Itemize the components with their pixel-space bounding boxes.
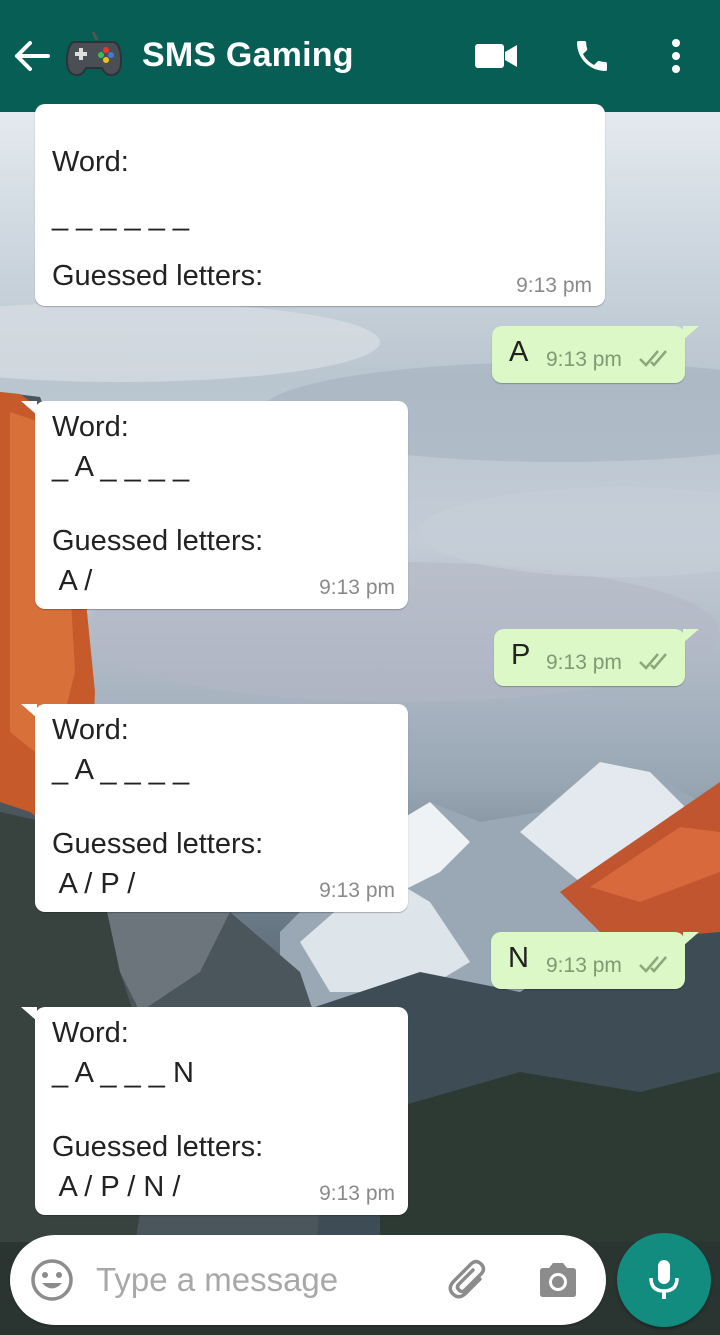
message-time: 9:13 pm xyxy=(546,348,622,371)
microphone-icon xyxy=(649,1260,679,1299)
message-line: A / P / N / xyxy=(52,1171,181,1203)
message-time: 9:13 pm xyxy=(319,576,395,599)
message-line: Guessed letters: xyxy=(52,260,264,292)
message-line: A / P / xyxy=(52,868,136,900)
more-vert-icon xyxy=(672,39,680,73)
camera-button[interactable] xyxy=(534,1257,582,1305)
chat-header: SMS Gaming xyxy=(0,0,720,112)
message-time: 9:13 pm xyxy=(319,1182,395,1205)
message-incoming[interactable]: Word: _ A _ _ _ _ Guessed letters: A / 9… xyxy=(21,401,408,609)
message-incoming[interactable]: Word: _ _ _ _ _ _ Guessed letters: 9:13 … xyxy=(35,104,605,306)
message-line: Word: xyxy=(52,411,129,443)
arrow-left-icon xyxy=(15,41,50,71)
gamepad-icon xyxy=(65,31,123,77)
message-outgoing[interactable]: P 9:13 pm xyxy=(494,629,699,686)
message-composer xyxy=(10,1235,606,1325)
double-check-icon xyxy=(639,653,667,670)
message-line: _ A _ _ _ _ xyxy=(52,451,190,483)
message-incoming[interactable]: Word: _ A _ _ _ _ Guessed letters: A / P… xyxy=(21,704,408,912)
double-check-icon xyxy=(639,350,667,367)
bubble-tail xyxy=(683,326,699,340)
message-outgoing[interactable]: A 9:13 pm xyxy=(492,326,699,383)
message-incoming[interactable]: Word: _ A _ _ _ N Guessed letters: A / P… xyxy=(21,1007,408,1215)
message-line: _ _ _ _ _ _ xyxy=(52,200,190,232)
chat-title[interactable]: SMS Gaming xyxy=(142,36,354,75)
message-text: P xyxy=(511,639,531,671)
message-input[interactable] xyxy=(96,1257,426,1303)
message-text: N xyxy=(508,942,529,974)
emoji-icon xyxy=(31,1259,73,1301)
message-time: 9:13 pm xyxy=(319,879,395,902)
double-check-icon xyxy=(639,956,667,973)
message-line: Word: xyxy=(52,714,129,746)
message-line: Guessed letters: xyxy=(52,525,264,557)
phone-icon xyxy=(577,41,607,71)
message-line: _ A _ _ _ N xyxy=(52,1057,194,1089)
bubble-tail xyxy=(21,401,37,415)
contact-avatar[interactable] xyxy=(62,22,126,86)
back-button[interactable] xyxy=(10,34,54,78)
message-line: Guessed letters: xyxy=(52,828,264,860)
message-line: Word: xyxy=(52,1017,129,1049)
message-time: 9:13 pm xyxy=(546,954,622,977)
emoji-button[interactable] xyxy=(30,1258,74,1302)
bubble-tail xyxy=(683,932,699,946)
voice-call-button[interactable] xyxy=(566,30,618,82)
message-outgoing[interactable]: N 9:13 pm xyxy=(491,932,699,989)
message-line: _ A _ _ _ _ xyxy=(52,754,190,786)
bubble-tail xyxy=(21,1007,37,1021)
message-line: Word: xyxy=(52,146,129,178)
message-time: 9:13 pm xyxy=(516,274,592,297)
voice-record-button[interactable] xyxy=(617,1233,711,1327)
message-text: A xyxy=(509,336,529,368)
menu-button[interactable] xyxy=(650,30,702,82)
video-camera-icon xyxy=(475,44,517,68)
bubble-tail xyxy=(21,704,37,718)
attach-button[interactable] xyxy=(446,1257,494,1305)
video-call-button[interactable] xyxy=(470,30,522,82)
message-line: A / xyxy=(52,565,93,597)
bubble-tail xyxy=(683,629,699,643)
camera-icon xyxy=(540,1263,576,1297)
paperclip-icon xyxy=(448,1259,486,1299)
message-line: Guessed letters: xyxy=(52,1131,264,1163)
message-time: 9:13 pm xyxy=(546,651,622,674)
